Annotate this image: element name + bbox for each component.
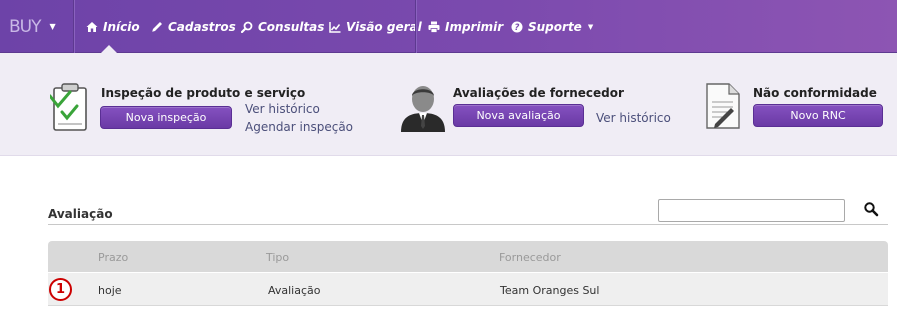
svg-text:?: ?	[515, 23, 520, 33]
nav-item-label: Consultas	[258, 19, 325, 34]
nav-item-cadastros[interactable]: Cadastros	[151, 0, 236, 53]
brand-logo: BUY	[9, 16, 41, 37]
row-number-badge: 1	[49, 278, 72, 301]
nav-item-label: Cadastros	[168, 19, 236, 34]
caret-down-icon: ▼	[49, 22, 56, 31]
ver-historico-inspecao-link[interactable]: Ver histórico	[245, 102, 320, 116]
chart-icon	[329, 21, 341, 33]
table-header: Prazo Tipo Fornecedor	[48, 241, 888, 272]
nova-avaliacao-button[interactable]: Nova avaliação	[453, 104, 584, 127]
search-icon	[241, 21, 253, 33]
agendar-inspecao-link[interactable]: Agendar inspeção	[245, 120, 353, 134]
brand-menu[interactable]: BUY ▼	[0, 0, 74, 53]
nav-item-label: Suporte	[528, 19, 582, 34]
pencil-icon	[152, 21, 162, 32]
top-navbar: BUY ▼ Início Cadastros Consultas Visão g…	[0, 0, 897, 53]
column-header-tipo[interactable]: Tipo	[266, 251, 289, 264]
nav-item-imprimir[interactable]: Imprimir	[428, 0, 503, 53]
cell-prazo: hoje	[98, 284, 122, 297]
active-indicator	[101, 45, 117, 53]
home-icon	[86, 21, 98, 32]
rnc-title: Não conformidade	[753, 86, 877, 100]
clipboard-check-icon	[50, 83, 87, 131]
printer-icon	[428, 21, 440, 33]
nav-item-label: Visão geral	[346, 19, 422, 34]
novo-rnc-button[interactable]: Novo RNC	[753, 104, 883, 127]
quick-actions-banner: Inspeção de produto e serviço Nova inspe…	[0, 53, 897, 156]
avaliacoes-title: Avaliações de fornecedor	[453, 86, 624, 100]
nav-item-label: Início	[103, 19, 140, 34]
column-header-prazo[interactable]: Prazo	[98, 251, 128, 264]
nav-item-label: Imprimir	[445, 19, 504, 34]
search-icon[interactable]	[863, 201, 879, 217]
column-header-fornecedor[interactable]: Fornecedor	[499, 251, 561, 264]
section-divider	[48, 224, 888, 225]
inspecao-title: Inspeção de produto e serviço	[101, 86, 306, 100]
nav-item-suporte[interactable]: ? Suporte ▼	[511, 0, 593, 53]
section-title: Avaliação	[48, 207, 113, 221]
nav-divider	[415, 0, 416, 53]
nav-divider	[73, 0, 74, 53]
nav-item-visao-geral[interactable]: Visão geral	[329, 0, 422, 53]
cell-tipo: Avaliação	[268, 284, 321, 297]
nav-item-consultas[interactable]: Consultas	[241, 0, 324, 53]
person-icon	[401, 86, 445, 132]
table-row[interactable]: hoje Avaliação Team Oranges Sul	[48, 273, 888, 306]
help-icon: ?	[511, 21, 523, 33]
cell-fornecedor: Team Oranges Sul	[500, 284, 600, 297]
caret-down-icon: ▼	[587, 22, 594, 31]
search-input[interactable]	[658, 199, 845, 222]
ver-historico-avaliacao-link[interactable]: Ver histórico	[596, 111, 671, 125]
document-icon	[706, 83, 740, 129]
nova-inspecao-button[interactable]: Nova inspeção	[100, 106, 232, 129]
